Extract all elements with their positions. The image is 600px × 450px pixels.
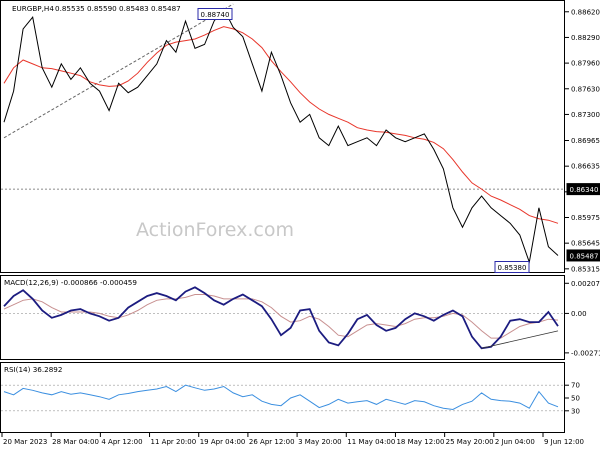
price-y-tick-label: 0.87960: [571, 60, 600, 68]
rsi-y-tick-label: 70: [571, 382, 580, 390]
x-tick-label: 11 Apr 20:00: [151, 438, 197, 446]
price-y-tick-label: 0.88620: [571, 8, 600, 16]
watermark: ActionForex.com: [136, 219, 294, 241]
price-y-tick-label: 0.86635: [571, 163, 600, 171]
macd-plot: 0.002074 0.00 -0.002716: [1, 280, 600, 357]
x-tick-label: 11 May 04:00: [347, 438, 395, 446]
price-y-tick-label: 0.85645: [571, 240, 600, 248]
rsi-y-tick-label: 50: [571, 395, 580, 403]
price-y-tick-label: 0.86965: [571, 137, 600, 145]
macd-signal-line: [3, 294, 559, 339]
rsi-header: RSI(14) 36.2892: [4, 365, 62, 374]
price-y-tick-label: 0.87300: [571, 111, 600, 119]
x-tick-label: 3 May 20:00: [298, 438, 342, 446]
price-y-tick-label: 0.85975: [571, 214, 600, 222]
macd-header: MACD(12,26,9) -0.000866 -0.000459: [4, 278, 137, 287]
rsi-plot: 70 50 30: [1, 382, 580, 415]
sma-line: [3, 26, 559, 224]
x-tick-label: 26 Apr 12:00: [249, 438, 295, 446]
price-header: EURGBP,H4 0.85535 0.85590 0.85483 0.8548…: [12, 4, 181, 13]
rsi-y-tick-label: 30: [571, 407, 580, 415]
price-header-symbol: EURGBP,H4: [12, 4, 54, 13]
level-annotation-label: 0.86340: [570, 186, 599, 194]
price-y-tick-label: 0.87630: [571, 85, 600, 93]
macd-trendline: [481, 330, 559, 349]
x-tick-label: 28 Mar 04:00: [52, 438, 99, 446]
low-annotation-label: 0.85380: [498, 264, 527, 272]
price-plot: 0.88740 0.85380 0.86340 0.85487: [1, 3, 600, 273]
x-tick-label: 19 Apr 04:00: [200, 438, 246, 446]
macd-y-tick-label: -0.002716: [571, 349, 600, 357]
price-header-quote: 0.85535 0.85590 0.85483 0.85487: [55, 4, 181, 13]
price-y-tick-label: 0.88290: [571, 34, 600, 42]
trend-channel-line: [3, 3, 234, 139]
last-price-annotation-label: 0.85487: [570, 252, 599, 260]
price-y-tick-label: 0.85315: [571, 265, 600, 273]
time-axis: 20 Mar 2023 28 Mar 04:00 4 Apr 12:00 11 Apr…: [1, 433, 584, 446]
macd-y-tick-label: 0.002074: [571, 280, 600, 288]
rsi-panel-frame: [0, 362, 565, 433]
macd-y-tick-label: 0.00: [571, 310, 587, 318]
x-tick-label: 2 Jun 04:00: [495, 438, 535, 446]
x-tick-label: 9 Jun 12:00: [544, 438, 584, 446]
x-tick-label: 4 Apr 12:00: [101, 438, 142, 446]
macd-line: [3, 286, 559, 350]
x-tick-label: 18 May 12:00: [396, 438, 444, 446]
high-annotation-label: 0.88740: [201, 11, 230, 19]
x-tick-label: 20 Mar 2023: [3, 438, 47, 446]
x-tick-label: 25 May 20:00: [446, 438, 494, 446]
forex-chart[interactable]: ActionForex.com EURGBP,H4 0.85535 0.8559…: [0, 0, 600, 450]
price-axis: 0.88620 0.88290 0.87960 0.87630 0.87300 0.869…: [565, 8, 600, 273]
rsi-line: [3, 384, 559, 411]
